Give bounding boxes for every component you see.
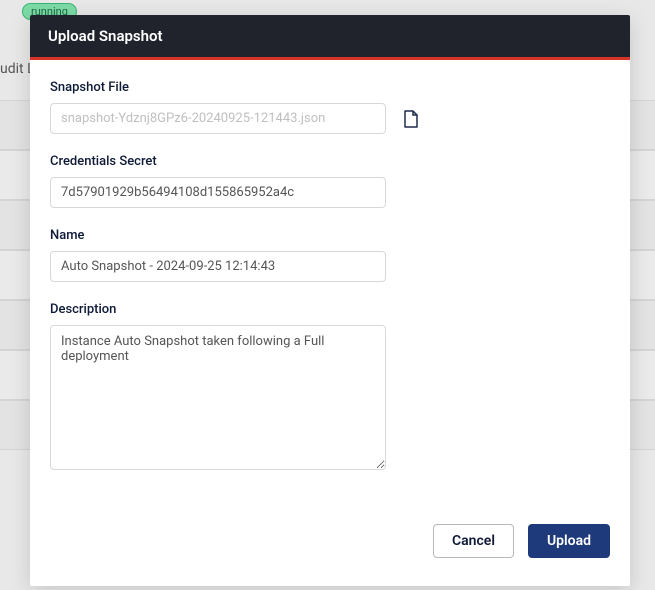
modal-footer: Cancel Upload: [30, 524, 630, 586]
name-group: Name: [50, 228, 610, 282]
description-group: Description: [50, 302, 610, 474]
upload-button[interactable]: Upload: [528, 524, 610, 558]
file-icon[interactable]: [404, 110, 418, 128]
modal-body: Snapshot File Credentials Secret Name De…: [30, 60, 630, 524]
name-input[interactable]: [50, 251, 386, 282]
credentials-secret-input[interactable]: [50, 177, 386, 208]
description-textarea[interactable]: [50, 325, 386, 470]
snapshot-file-row: [50, 103, 610, 134]
snapshot-file-label: Snapshot File: [50, 80, 610, 95]
credentials-secret-label: Credentials Secret: [50, 154, 610, 169]
name-label: Name: [50, 228, 610, 243]
credentials-secret-group: Credentials Secret: [50, 154, 610, 208]
snapshot-file-group: Snapshot File: [50, 80, 610, 134]
modal-title: Upload Snapshot: [30, 15, 630, 60]
snapshot-file-input[interactable]: [50, 103, 386, 134]
cancel-button[interactable]: Cancel: [433, 524, 514, 558]
upload-snapshot-modal: Upload Snapshot Snapshot File Credential…: [30, 15, 630, 586]
description-label: Description: [50, 302, 610, 317]
